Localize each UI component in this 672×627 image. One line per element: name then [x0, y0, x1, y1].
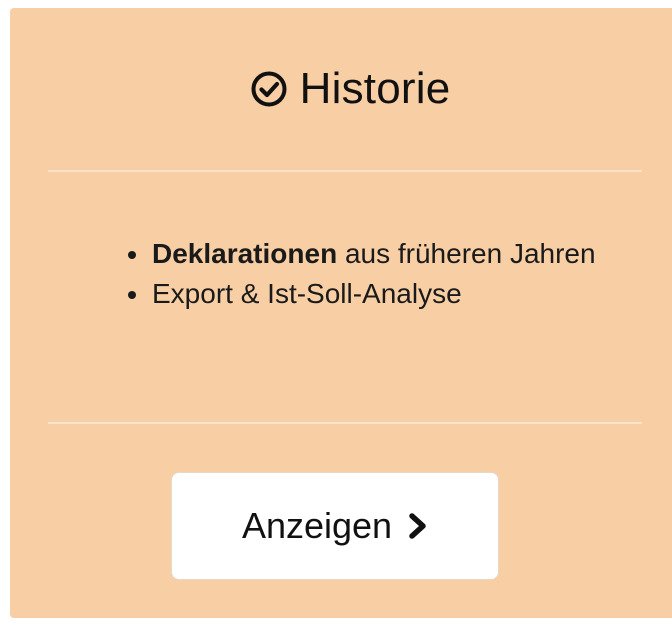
feature-list: Deklarationen aus früheren Jahren Export… [128, 234, 628, 314]
show-button-label: Anzeigen [241, 505, 393, 546]
chevron-right-icon [408, 513, 428, 539]
show-button[interactable]: Anzeigen [171, 472, 499, 580]
feature-item-declarations-text: aus früheren Jahren [337, 238, 596, 269]
feature-item-declarations-bold: Deklarationen [152, 238, 338, 269]
check-circle-icon [250, 70, 288, 108]
card-header: Historie [10, 54, 672, 124]
top-divider [48, 170, 642, 172]
title-wrap: Historie [250, 64, 451, 114]
feature-item-declarations: Deklarationen aus früheren Jahren [128, 234, 628, 274]
bottom-divider [48, 422, 642, 424]
feature-item-export: Export & Ist-Soll-Analyse [128, 274, 628, 314]
card-title: Historie [299, 64, 451, 113]
feature-item-export-text: Export & Ist-Soll-Analyse [152, 278, 462, 309]
